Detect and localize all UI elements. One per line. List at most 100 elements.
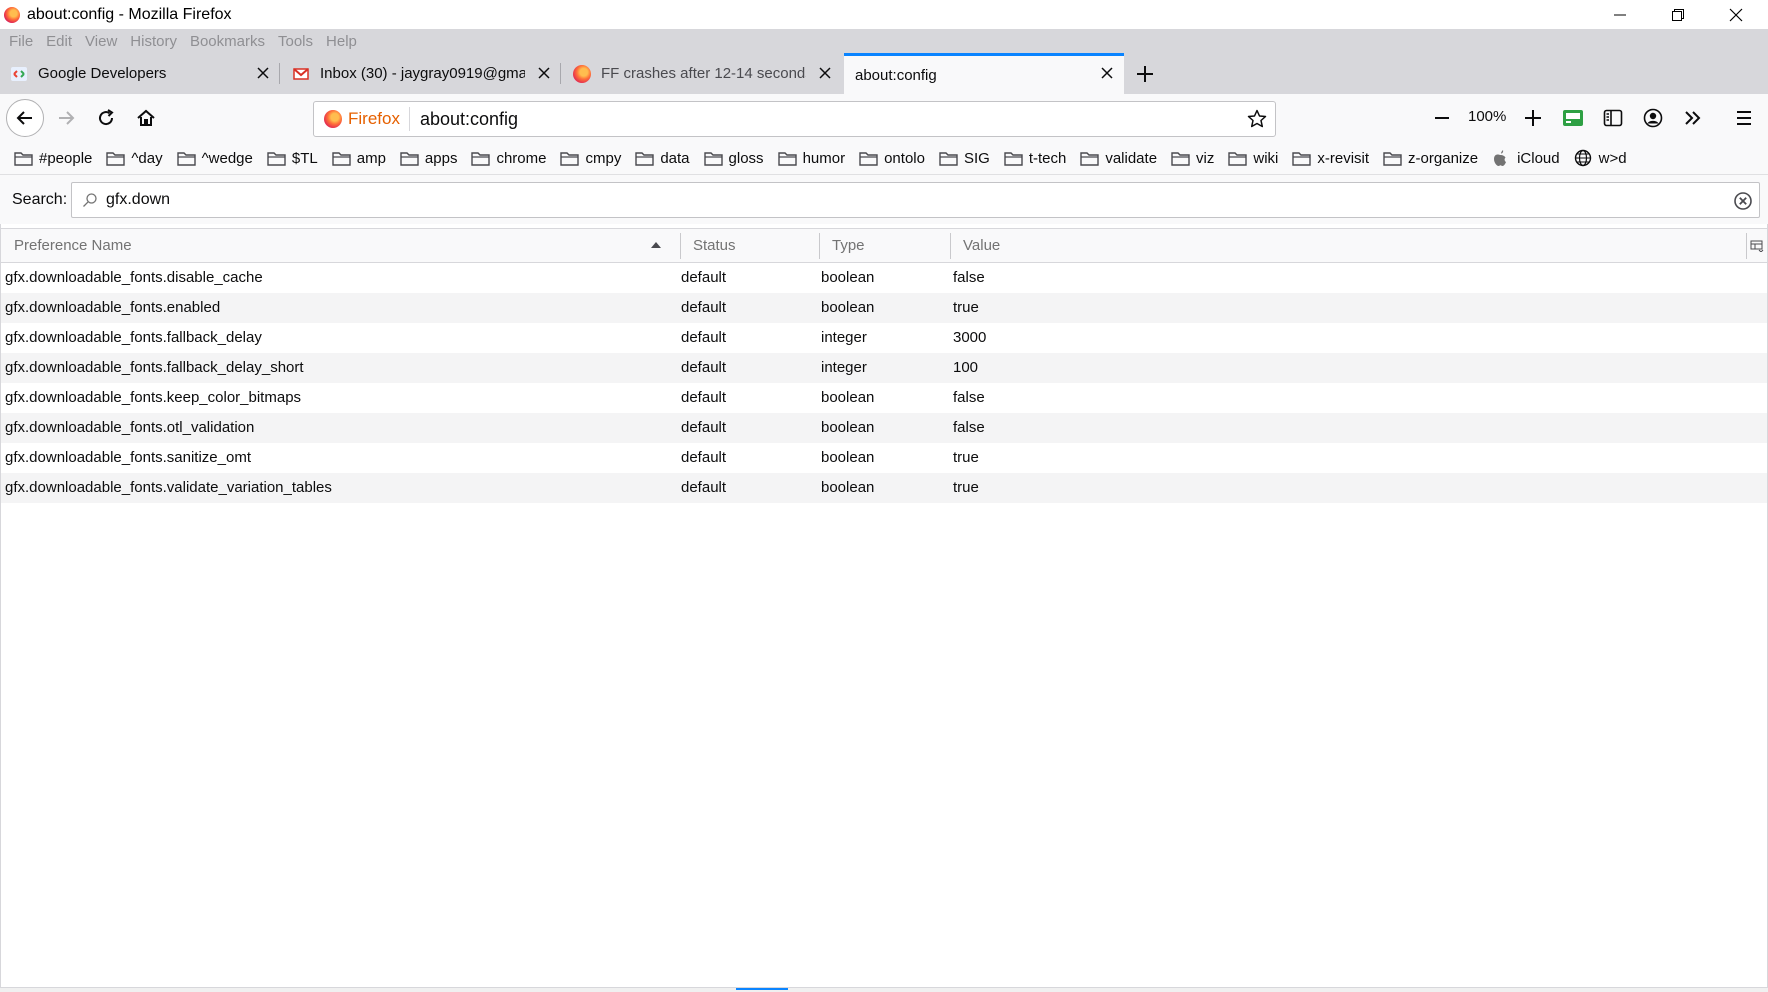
table-row[interactable]: gfx.downloadable_fonts.keep_color_bitmap… (1, 383, 1767, 413)
column-label: Value (963, 237, 1001, 254)
tab-close-icon[interactable] (1098, 64, 1116, 82)
bookmark-item[interactable]: $TL (267, 150, 318, 167)
clear-search-icon[interactable] (1733, 191, 1753, 211)
url-separator (408, 107, 410, 131)
column-header-type[interactable]: Type (820, 229, 951, 262)
bookmark-label: humor (802, 149, 846, 167)
extension-button[interactable] (1557, 102, 1589, 134)
table-row[interactable]: gfx.downloadable_fonts.fallback_delay def… (1, 323, 1767, 353)
bookmark-item[interactable]: data (635, 150, 690, 167)
bookmark-item[interactable]: chrome (471, 150, 546, 167)
firefox-icon (573, 64, 591, 83)
close-window-button[interactable] (1707, 0, 1765, 29)
identity-box[interactable]: Firefox (324, 109, 400, 129)
bookmark-item[interactable]: #people (14, 150, 92, 167)
menu-bookmarks[interactable]: Bookmarks (190, 33, 265, 50)
bookmark-label: ^day (131, 149, 163, 167)
folder-icon (703, 150, 723, 166)
table-row[interactable]: gfx.downloadable_fonts.otl_validation def… (1, 413, 1767, 443)
zoom-in-button[interactable] (1517, 102, 1549, 134)
bookmark-item[interactable]: z-organize (1383, 150, 1478, 167)
bookmark-item[interactable]: viz (1171, 150, 1214, 167)
cell-preference-name: gfx.downloadable_fonts.otl_validation (5, 419, 255, 436)
bookmark-item[interactable]: iCloud (1492, 150, 1560, 167)
tab-gmail-inbox[interactable]: Inbox (30) - jaygray0919@gma (282, 53, 561, 94)
cell-value: true (953, 449, 979, 466)
bookmark-item[interactable]: validate (1080, 150, 1157, 167)
back-button[interactable] (6, 99, 44, 137)
bookmark-item[interactable]: cmpy (560, 150, 621, 167)
zoom-out-button[interactable] (1426, 102, 1458, 134)
bookmark-item[interactable]: wiki (1228, 150, 1278, 167)
folder-icon (1292, 150, 1312, 166)
cell-type: boolean (821, 419, 875, 436)
menu-tools[interactable]: Tools (278, 33, 313, 50)
bookmark-item[interactable]: ontolo (859, 150, 925, 167)
sidebar-button[interactable] (1597, 102, 1629, 134)
bookmark-star-button[interactable] (1245, 107, 1269, 131)
tab-about-config[interactable]: about:config (844, 53, 1124, 94)
cell-value: false (953, 389, 985, 406)
title-bar: about:config - Mozilla Firefox (0, 0, 1768, 29)
table-row[interactable]: gfx.downloadable_fonts.fallback_delay_sh… (1, 353, 1767, 383)
bookmark-item[interactable]: t-tech (1004, 150, 1066, 167)
bookmark-item[interactable]: ^day (106, 149, 163, 167)
bookmark-label: wiki (1253, 149, 1279, 167)
overflow-button[interactable] (1677, 102, 1709, 134)
new-tab-button[interactable] (1130, 59, 1160, 89)
table-row[interactable]: gfx.downloadable_fonts.sanitize_omt defau… (1, 443, 1767, 473)
tab-close-icon[interactable] (816, 64, 834, 82)
url-bar[interactable]: Firefox about:config (313, 101, 1276, 137)
menu-history[interactable]: History (130, 33, 177, 50)
bookmark-item[interactable]: apps (400, 150, 457, 167)
zoom-level[interactable]: 100% (1468, 108, 1506, 125)
reload-button[interactable] (90, 102, 122, 134)
minimize-button[interactable] (1591, 0, 1649, 29)
google-developers-icon (10, 65, 28, 83)
column-picker-button[interactable] (1747, 229, 1767, 262)
bookmarks-toolbar: #people ^day ^wedge $TL amp apps chrome cmpy dat… (0, 142, 1768, 174)
bookmark-item[interactable]: SIG (939, 150, 990, 167)
table-row[interactable]: gfx.downloadable_fonts.enabled default boo… (1, 293, 1767, 323)
folder-icon (176, 150, 196, 166)
bookmark-item[interactable]: w>d (1574, 150, 1627, 167)
search-input[interactable]: gfx.down (71, 182, 1760, 218)
bookmark-item[interactable]: humor (777, 149, 846, 167)
scroll-indicator (736, 988, 788, 990)
cell-type: integer (821, 359, 867, 376)
bookmark-item[interactable]: gloss (703, 150, 764, 167)
restore-button[interactable] (1649, 0, 1707, 29)
sidebar-icon (1603, 109, 1623, 127)
menu-edit[interactable]: Edit (46, 33, 72, 50)
menu-file[interactable]: File (9, 33, 33, 50)
tab-google-developers[interactable]: Google Developers (0, 53, 280, 94)
tab-ff-crashes[interactable]: FF crashes after 12-14 seconds (563, 53, 842, 94)
cell-value: false (953, 419, 985, 436)
globe-icon (1574, 149, 1593, 167)
search-value: gfx.down (106, 191, 171, 208)
menu-view[interactable]: View (85, 33, 117, 50)
cell-status: default (681, 419, 727, 436)
column-header-value[interactable]: Value (951, 229, 1747, 262)
table-row[interactable]: gfx.downloadable_fonts.disable_cache defa… (1, 263, 1767, 293)
table-row[interactable]: gfx.downloadable_fonts.validate_variatio… (1, 473, 1767, 503)
forward-button[interactable] (50, 102, 82, 134)
bookmark-item[interactable]: x-revisit (1292, 150, 1369, 167)
url-text[interactable]: about:config (420, 109, 518, 130)
bookmark-item[interactable]: amp (332, 150, 386, 167)
folder-icon (400, 150, 419, 166)
cell-preference-name: gfx.downloadable_fonts.disable_cache (5, 269, 263, 286)
column-picker-icon (1750, 240, 1764, 252)
plus-icon (1137, 66, 1153, 82)
account-button[interactable] (1637, 102, 1669, 134)
app-menu-button[interactable] (1728, 102, 1760, 134)
menu-help[interactable]: Help (326, 33, 357, 50)
tab-close-icon[interactable] (254, 64, 272, 82)
tab-close-icon[interactable] (535, 64, 553, 82)
column-header-status[interactable]: Status (681, 229, 820, 262)
reload-icon (99, 109, 114, 126)
bookmark-item[interactable]: ^wedge (176, 150, 253, 167)
column-header-preference-name[interactable]: Preference Name (1, 229, 681, 262)
hamburger-icon (1737, 111, 1751, 125)
home-button[interactable] (130, 102, 162, 134)
